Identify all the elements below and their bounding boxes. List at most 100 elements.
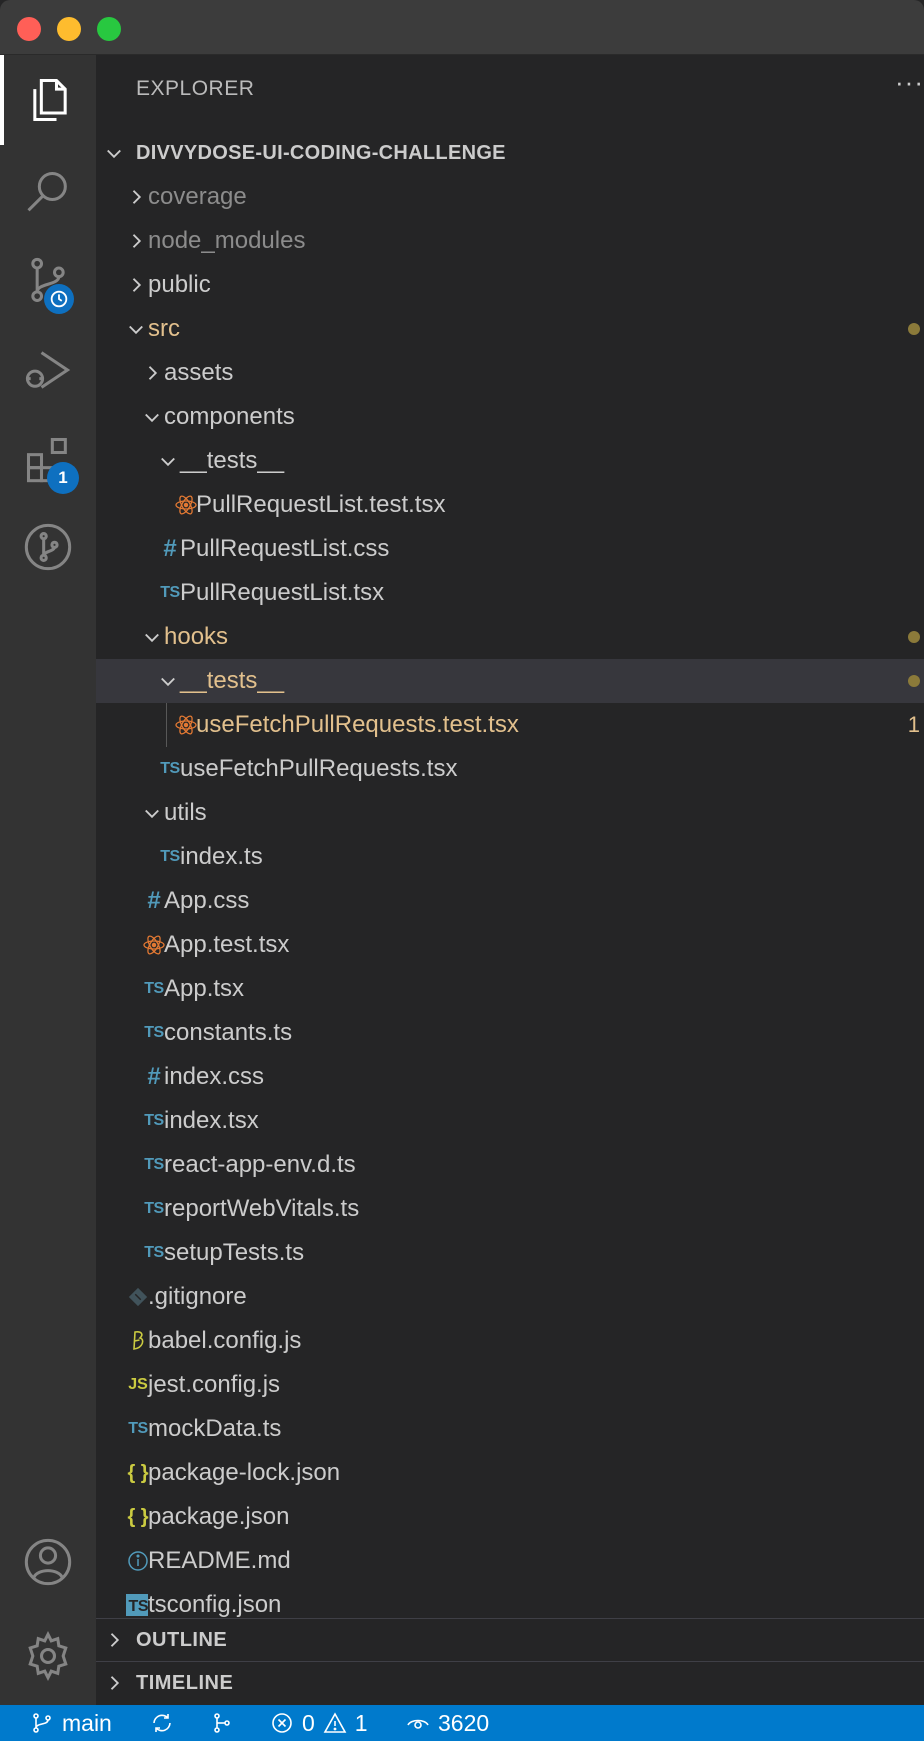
- chevron-down-icon: [161, 677, 175, 687]
- tree-item-label: PullRequestList.test.tsx: [196, 491, 446, 518]
- tree-item-label: mockData.ts: [148, 1415, 282, 1442]
- watchers-status-item[interactable]: 3620: [406, 1709, 489, 1737]
- tree-file-row[interactable]: TS mockData.ts: [96, 1407, 924, 1451]
- timeline-label: TIMELINE: [136, 1671, 234, 1694]
- typescript-file-icon: TS: [144, 1156, 164, 1173]
- error-icon: [272, 1713, 292, 1733]
- tree-file-row[interactable]: TS index.tsx: [96, 1099, 924, 1143]
- tree-item-label: tsconfig.json: [148, 1591, 282, 1618]
- tree-file-row[interactable]: JS jest.config.js: [96, 1363, 924, 1407]
- tree-folder-row[interactable]: __tests__: [96, 659, 924, 703]
- tree-file-row[interactable]: # index.css: [96, 1055, 924, 1099]
- tree-file-row[interactable]: README.md: [96, 1539, 924, 1583]
- tree-file-row[interactable]: TS constants.ts: [96, 1011, 924, 1055]
- tree-folder-row[interactable]: public: [96, 263, 924, 307]
- tree-item-label: reportWebVitals.ts: [164, 1195, 360, 1222]
- warning-icon: [323, 1712, 347, 1733]
- tree-item-label: package.json: [148, 1503, 290, 1530]
- chevron-right-icon: [132, 234, 142, 248]
- run-debug-activity-button[interactable]: [0, 325, 96, 415]
- tree-file-row[interactable]: useFetchPullRequests.test.tsx 1: [96, 703, 924, 747]
- tree-file-row[interactable]: App.test.tsx: [96, 923, 924, 967]
- typescript-file-icon: TS: [160, 760, 180, 777]
- tree-item-label: utils: [164, 799, 207, 826]
- tree-folder-row[interactable]: assets: [96, 351, 924, 395]
- tree-item-label: App.tsx: [164, 975, 245, 1002]
- tree-file-row[interactable]: TS setupTests.ts: [96, 1231, 924, 1275]
- tree-folder-row[interactable]: __tests__: [96, 439, 924, 483]
- explorer-sidebar: EXPLORER ··· DIVVYDOSE-UI-CODING-CHALLEN…: [96, 55, 924, 1705]
- tree-file-row[interactable]: TS App.tsx: [96, 967, 924, 1011]
- git-graph-status-item[interactable]: [210, 1709, 234, 1737]
- tree-file-row[interactable]: TS reportWebVitals.ts: [96, 1187, 924, 1231]
- close-window-button[interactable]: [17, 17, 41, 41]
- tree-file-row[interactable]: TS index.ts: [96, 835, 924, 879]
- gitignore-file-icon: [126, 1285, 150, 1309]
- json-file-icon: { }: [127, 1461, 149, 1484]
- tree-file-row[interactable]: TS useFetchPullRequests.tsx: [96, 747, 924, 791]
- babel-file-icon: [126, 1329, 150, 1353]
- chevron-right-icon: [132, 190, 142, 204]
- react-file-icon: [174, 713, 198, 737]
- tree-file-row[interactable]: TS PullRequestList.tsx: [96, 571, 924, 615]
- timeline-section-header[interactable]: TIMELINE: [96, 1661, 924, 1704]
- problems-status-item[interactable]: 0 1: [270, 1709, 368, 1737]
- tree-file-row[interactable]: .gitignore: [96, 1275, 924, 1319]
- minimize-window-button[interactable]: [57, 17, 81, 41]
- extensions-activity-button[interactable]: 1: [0, 414, 96, 504]
- manage-activity-button[interactable]: [0, 1611, 96, 1701]
- file-tree: coverage node_modulespublic src assets compo…: [96, 175, 924, 1627]
- tree-folder-row[interactable]: hooks: [96, 615, 924, 659]
- tree-item-label: assets: [164, 359, 234, 386]
- tree-folder-row[interactable]: node_modules: [96, 219, 924, 263]
- explorer-title: EXPLORER: [136, 77, 255, 100]
- chevron-down-icon: [161, 457, 175, 467]
- tree-folder-row[interactable]: coverage: [96, 175, 924, 219]
- tree-file-row[interactable]: # App.css: [96, 879, 924, 923]
- tree-folder-row[interactable]: src: [96, 307, 924, 351]
- tree-item-label: src: [148, 315, 180, 342]
- error-count: 0: [302, 1709, 315, 1736]
- tree-item-label: App.test.tsx: [164, 931, 290, 958]
- title-bar: [0, 0, 924, 55]
- outline-section-header[interactable]: OUTLINE: [96, 1618, 924, 1661]
- tree-folder-row[interactable]: components: [96, 395, 924, 439]
- chevron-down-icon: [145, 809, 159, 819]
- tree-file-row[interactable]: # PullRequestList.css: [96, 527, 924, 571]
- outline-label: OUTLINE: [136, 1628, 228, 1651]
- history-clock-icon: [44, 284, 74, 314]
- modified-indicator-dot: [908, 323, 920, 335]
- tree-file-row[interactable]: PullRequestList.test.tsx: [96, 483, 924, 527]
- tree-item-label: jest.config.js: [148, 1371, 281, 1398]
- warning-count: 1: [354, 1709, 368, 1736]
- typescript-file-icon: TS: [160, 848, 180, 865]
- search-icon: [27, 171, 67, 212]
- tree-item-label: constants.ts: [164, 1019, 293, 1046]
- sync-status-item[interactable]: [150, 1709, 174, 1737]
- branch-status-item[interactable]: main: [30, 1709, 112, 1737]
- tree-file-row[interactable]: { } package-lock.json: [96, 1451, 924, 1495]
- tree-item-label: useFetchPullRequests.test.tsx: [196, 711, 519, 738]
- tree-item-label: __tests__: [180, 667, 285, 694]
- chevron-down-icon: [107, 149, 121, 159]
- more-actions-button[interactable]: ···: [895, 67, 924, 98]
- indent-guide: [166, 703, 167, 747]
- tree-file-row[interactable]: babel.config.js: [96, 1319, 924, 1363]
- explorer-activity-button[interactable]: [0, 55, 96, 145]
- git-graph-activity-button[interactable]: [0, 502, 96, 592]
- tree-file-row[interactable]: TS react-app-env.d.ts: [96, 1143, 924, 1187]
- tree-folder-row[interactable]: utils: [96, 791, 924, 835]
- css-file-icon: #: [147, 1063, 161, 1090]
- git-graph-icon: [24, 523, 72, 571]
- accounts-activity-button[interactable]: [0, 1517, 96, 1607]
- typescript-file-icon: TS: [128, 1420, 148, 1437]
- chevron-down-icon: [145, 413, 159, 423]
- source-control-activity-button[interactable]: [0, 236, 96, 326]
- tree-item-label: setupTests.ts: [164, 1239, 305, 1266]
- search-activity-button[interactable]: [0, 148, 96, 238]
- workspace-root-folder[interactable]: DIVVYDOSE-UI-CODING-CHALLENGE: [96, 131, 924, 175]
- tree-item-label: node_modules: [148, 227, 306, 254]
- maximize-window-button[interactable]: [97, 17, 121, 41]
- tree-file-row[interactable]: { } package.json: [96, 1495, 924, 1539]
- modified-indicator-dot: [908, 675, 920, 687]
